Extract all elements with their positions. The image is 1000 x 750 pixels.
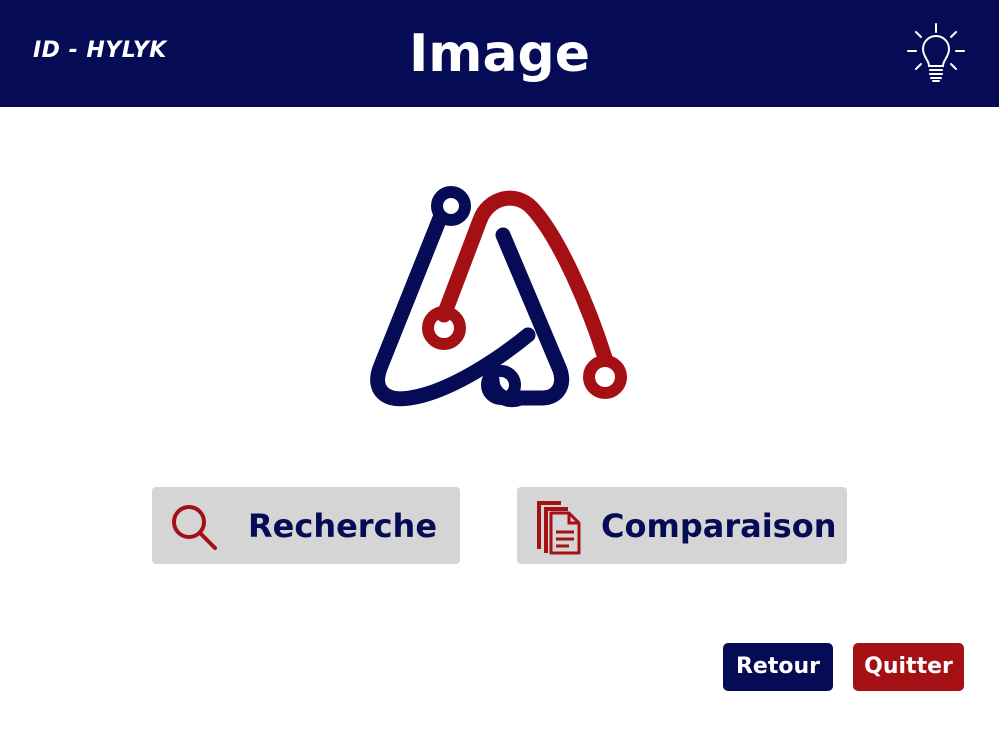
documents-icon bbox=[537, 501, 581, 555]
compare-button-label: Comparaison bbox=[601, 507, 837, 545]
back-button[interactable]: Retour bbox=[723, 643, 833, 691]
app-logo bbox=[360, 180, 640, 415]
search-icon bbox=[172, 505, 217, 550]
lightbulb-icon[interactable] bbox=[905, 22, 967, 84]
page-title: Image bbox=[408, 24, 591, 84]
search-button[interactable]: Recherche bbox=[152, 487, 460, 564]
compare-button[interactable]: Comparaison bbox=[517, 487, 847, 564]
header-bar: ID - HYLYK Image bbox=[0, 0, 999, 107]
quit-button[interactable]: Quitter bbox=[853, 643, 964, 691]
search-button-label: Recherche bbox=[248, 507, 438, 545]
